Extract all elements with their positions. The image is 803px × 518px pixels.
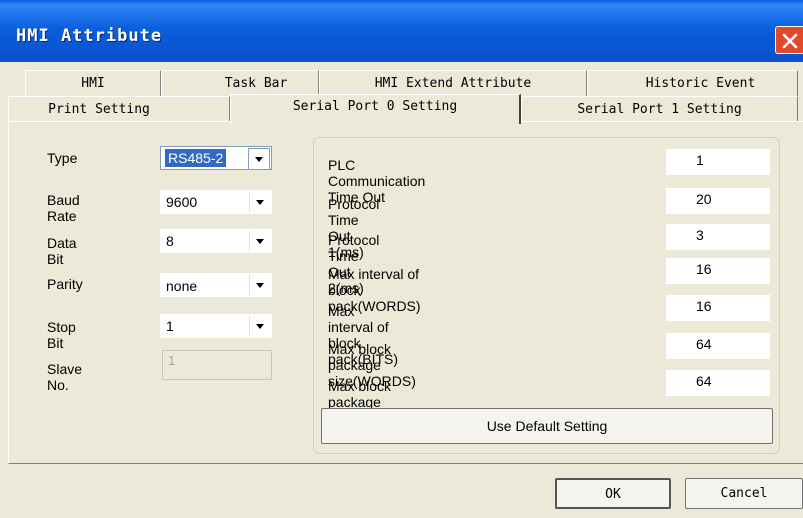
tab-label: Task Bar (224, 76, 288, 91)
tab-hmi-extend-attribute[interactable]: HMI Extend Attribute (319, 70, 587, 96)
hmi-attribute-dialog: HMI Attribute HMI Task Bar HMI Extend At… (0, 0, 803, 518)
stop-bit-select[interactable]: 1 (160, 314, 272, 338)
chevron-down-icon (256, 200, 264, 205)
parity-dropdown-button[interactable] (249, 275, 270, 295)
tab-historic-event[interactable]: Historic Event (587, 70, 798, 96)
tab-serial-port-1-setting[interactable]: Serial Port 1 Setting (521, 96, 798, 122)
stop-bit-label: Stop Bit (47, 319, 76, 351)
tab-label: Serial Port 0 Setting (292, 99, 458, 114)
setting-value: 20 (696, 191, 712, 207)
baud-rate-dropdown-button[interactable] (249, 192, 270, 212)
setting-value: 64 (696, 373, 712, 389)
parity-value: none (166, 278, 198, 294)
setting-value: 3 (696, 227, 704, 243)
stop-bit-dropdown-button[interactable] (249, 316, 270, 336)
setting-field[interactable]: 16 (666, 295, 770, 321)
type-dropdown-button[interactable] (248, 148, 270, 170)
close-icon (782, 33, 798, 49)
type-select[interactable]: RS485-2 (160, 146, 272, 170)
setting-value: 64 (696, 336, 712, 352)
tab-hmi[interactable]: HMI (25, 70, 161, 96)
use-default-setting-button[interactable]: Use Default Setting (321, 408, 773, 444)
chevron-down-icon (256, 239, 264, 244)
setting-value: 16 (696, 298, 712, 314)
data-bit-label: Data Bit (47, 235, 77, 267)
title-bar[interactable]: HMI Attribute (0, 0, 803, 62)
slave-no-label: Slave No. (47, 361, 83, 393)
tab-print-setting[interactable]: Print Setting (8, 96, 230, 122)
close-button[interactable] (775, 26, 803, 54)
tab-serial-port-0-setting[interactable]: Serial Port 0 Setting (230, 94, 521, 124)
chevron-down-icon (255, 157, 263, 162)
data-bit-value: 8 (166, 233, 174, 249)
baud-rate-select[interactable]: 9600 (160, 190, 272, 214)
setting-field[interactable]: 16 (666, 258, 770, 284)
tab-task-bar[interactable]: Task Bar (161, 70, 319, 96)
cancel-button[interactable]: Cancel (685, 478, 803, 509)
stop-bit-value: 1 (166, 318, 174, 334)
data-bit-dropdown-button[interactable] (249, 231, 270, 251)
tab-label: Historic Event (645, 76, 756, 91)
baud-rate-label: Baud Rate (47, 192, 80, 224)
tab-label: HMI Extend Attribute (374, 76, 532, 91)
setting-field[interactable]: 20 (666, 188, 770, 214)
setting-field[interactable]: 1 (666, 149, 770, 175)
slave-no-value: 1 (168, 353, 176, 368)
tab-label: Print Setting (48, 102, 150, 117)
data-bit-select[interactable]: 8 (160, 229, 272, 253)
ok-button[interactable]: OK (555, 478, 671, 509)
parity-label: Parity (47, 276, 83, 292)
tab-label: Serial Port 1 Setting (577, 102, 742, 117)
tab-label: HMI (81, 76, 105, 91)
type-value: RS485-2 (165, 149, 227, 167)
setting-field[interactable]: 64 (666, 333, 770, 359)
button-label: OK (605, 487, 621, 502)
chevron-down-icon (256, 324, 264, 329)
window-title: HMI Attribute (16, 26, 163, 46)
setting-field[interactable]: 3 (666, 224, 770, 250)
button-label: Cancel (720, 486, 768, 501)
setting-field[interactable]: 64 (666, 370, 770, 396)
setting-value: 16 (696, 261, 712, 277)
type-label: Type (47, 150, 78, 166)
parity-select[interactable]: none (160, 273, 272, 297)
slave-no-field: 1 (162, 350, 272, 380)
setting-value: 1 (696, 152, 704, 168)
button-label: Use Default Setting (486, 418, 608, 434)
chevron-down-icon (256, 283, 264, 288)
baud-rate-value: 9600 (166, 194, 198, 210)
